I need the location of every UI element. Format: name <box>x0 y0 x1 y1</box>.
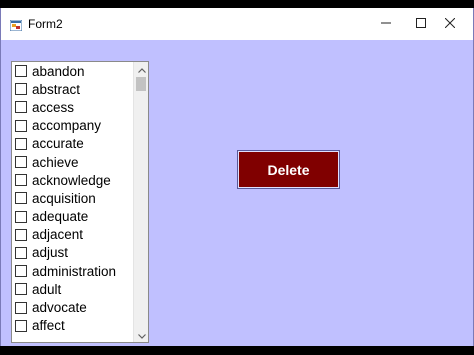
list-item[interactable]: adequate <box>12 208 132 226</box>
scroll-up-button[interactable] <box>134 62 148 78</box>
form-window: Form2 abandon abstract access accompany … <box>0 8 474 346</box>
checkbox[interactable] <box>15 319 27 332</box>
list-item-label: affect <box>32 318 65 334</box>
maximize-icon <box>416 15 426 33</box>
list-item-label: acquisition <box>32 190 96 206</box>
app-icon <box>9 18 23 32</box>
checkbox[interactable] <box>15 137 27 150</box>
list-item[interactable]: adult <box>12 280 132 298</box>
list-item-label: accompany <box>32 118 102 134</box>
list-item-label: accurate <box>32 136 84 152</box>
checkbox[interactable] <box>15 119 27 132</box>
list-item[interactable]: accurate <box>12 135 132 153</box>
checkbox[interactable] <box>15 210 27 223</box>
vertical-scrollbar[interactable] <box>133 62 148 342</box>
close-button[interactable] <box>427 8 473 40</box>
delete-button[interactable]: Delete <box>237 150 340 189</box>
checkbox[interactable] <box>15 65 27 78</box>
list-item[interactable]: abstract <box>12 80 132 98</box>
list-item[interactable]: acquisition <box>12 189 132 207</box>
list-item-label: abandon <box>32 63 85 79</box>
list-item-label: adjust <box>32 245 69 261</box>
list-item[interactable]: adjust <box>12 244 132 262</box>
list-item[interactable]: achieve <box>12 153 132 171</box>
checkbox[interactable] <box>15 83 27 96</box>
list-item[interactable]: adjacent <box>12 226 132 244</box>
checkbox[interactable] <box>15 174 27 187</box>
checkbox[interactable] <box>15 246 27 259</box>
list-item-label: acknowledge <box>32 172 111 188</box>
list-item[interactable]: acknowledge <box>12 171 132 189</box>
scroll-thumb[interactable] <box>136 77 146 91</box>
list-item[interactable]: advocate <box>12 298 132 316</box>
checkbox[interactable] <box>15 192 27 205</box>
window-title: Form2 <box>28 17 63 31</box>
list-item[interactable]: accompany <box>12 117 132 135</box>
chevron-down-icon <box>137 326 146 342</box>
list-item-label: advocate <box>32 300 87 316</box>
list-item[interactable]: access <box>12 98 132 116</box>
checkbox[interactable] <box>15 301 27 314</box>
minimize-icon <box>381 15 391 33</box>
checkbox[interactable] <box>15 101 27 114</box>
list-item-label: adult <box>32 281 62 297</box>
close-icon <box>444 15 456 33</box>
list-items: abandon abstract access accompany accura… <box>12 62 132 335</box>
list-item-label: administration <box>32 263 117 279</box>
checkbox[interactable] <box>15 156 27 169</box>
scroll-down-button[interactable] <box>134 326 148 342</box>
checked-listbox[interactable]: abandon abstract access accompany accura… <box>11 61 149 343</box>
list-item-label: access <box>32 99 75 115</box>
checkbox[interactable] <box>15 228 27 241</box>
list-item-label: adjacent <box>32 227 84 243</box>
screen-frame: Form2 abandon abstract access accompany … <box>0 0 474 355</box>
checkbox[interactable] <box>15 283 27 296</box>
title-bar[interactable]: Form2 <box>1 8 473 40</box>
list-item[interactable]: administration <box>12 262 132 280</box>
list-item-label: abstract <box>32 81 81 97</box>
checkbox[interactable] <box>15 265 27 278</box>
list-item-label: achieve <box>32 154 79 170</box>
list-item[interactable]: affect <box>12 317 132 335</box>
list-item[interactable]: abandon <box>12 62 132 80</box>
chevron-up-icon <box>137 62 146 78</box>
list-item-label: adequate <box>32 209 89 225</box>
